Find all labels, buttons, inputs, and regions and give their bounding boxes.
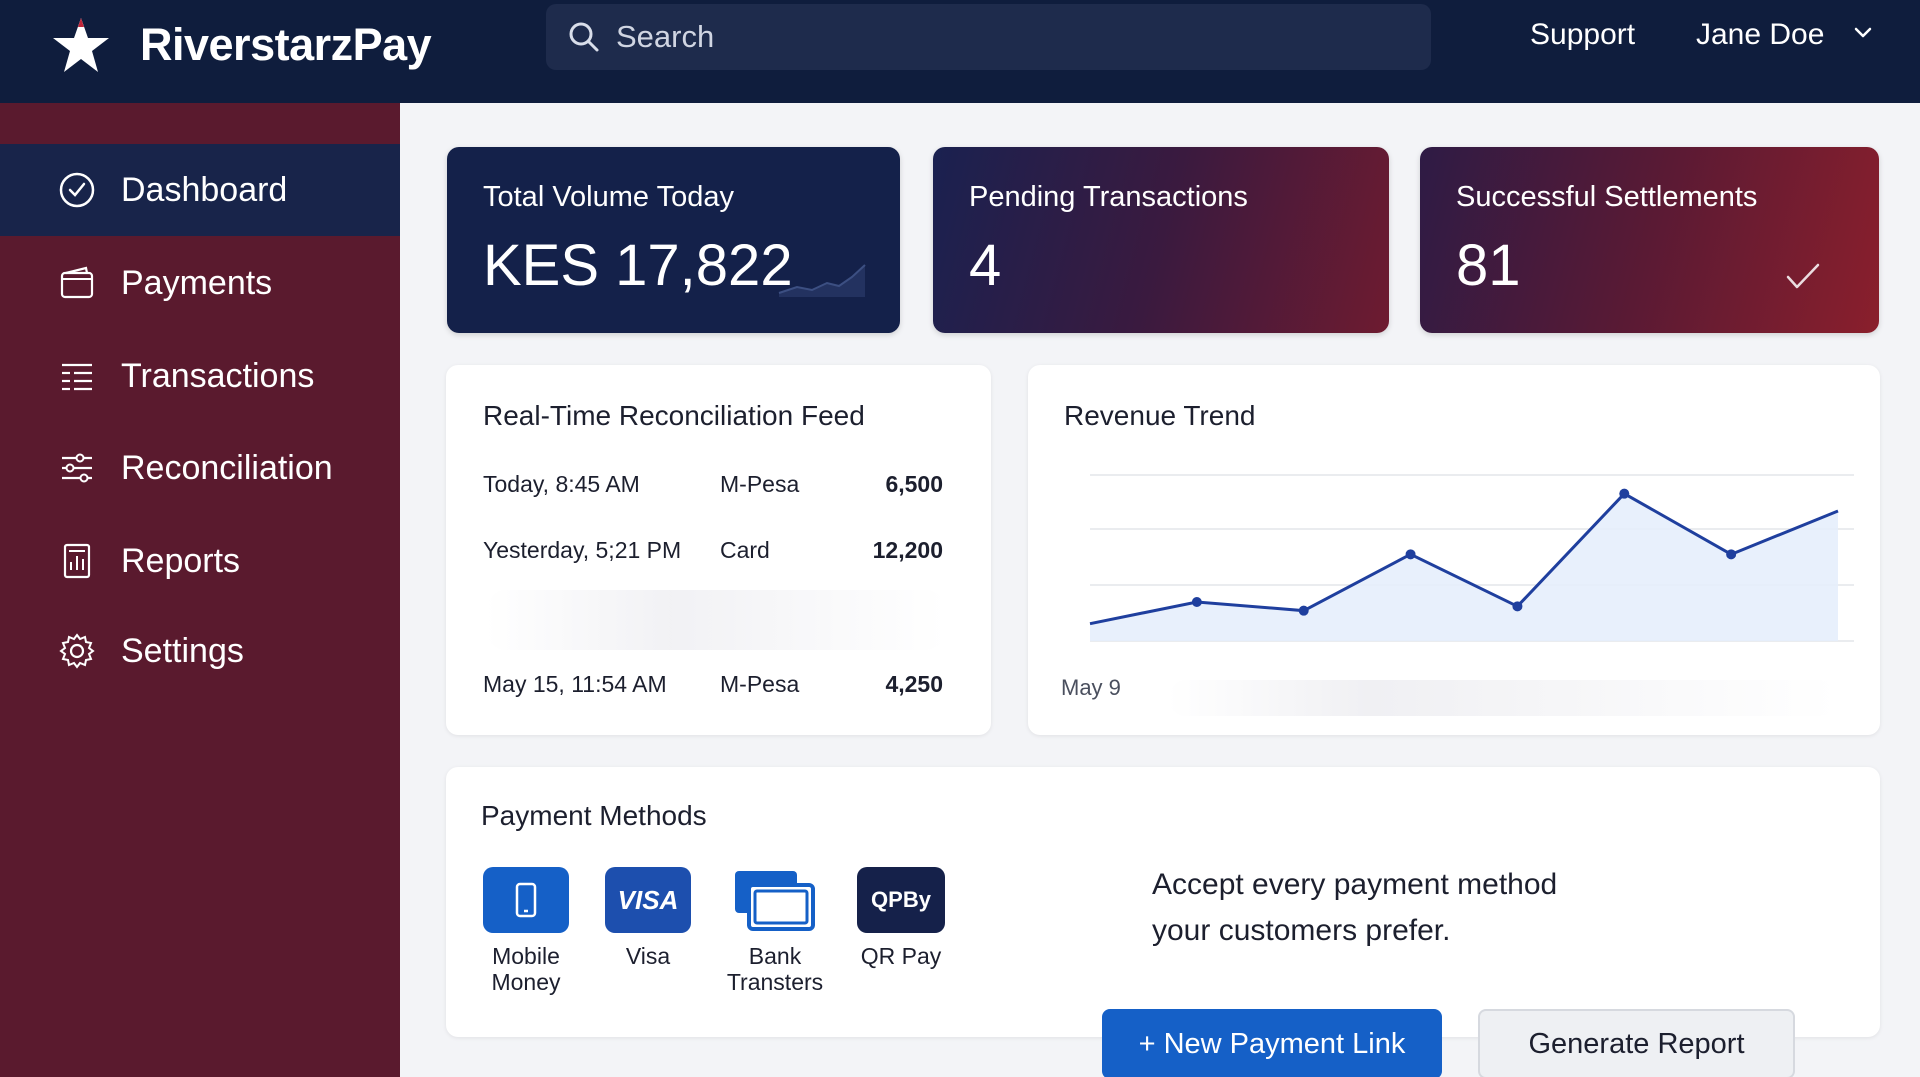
- payment-method-label: Mobile: [492, 943, 560, 969]
- star-logo-icon: [53, 18, 109, 72]
- check-circle-icon: [59, 172, 95, 208]
- payment-method-label: QR Pay: [860, 943, 942, 969]
- stat-title: Total Volume Today: [483, 181, 734, 213]
- revenue-point[interactable]: [1726, 549, 1737, 560]
- feed-amount: 4,250: [885, 671, 943, 697]
- feed-time: Yesterday, 5;21 PM: [483, 537, 682, 563]
- revenue-point[interactable]: [1405, 549, 1416, 560]
- app-logo[interactable]: RiverstarzPay: [50, 14, 432, 76]
- sidebar-item-label: Settings: [121, 631, 244, 670]
- x-axis-label: May 9: [1061, 675, 1121, 700]
- revenue-point[interactable]: [1298, 605, 1309, 616]
- tagline-line: Accept every payment method: [1152, 868, 1558, 901]
- payment-method-label: Transters: [726, 969, 824, 995]
- sliders-icon: [62, 453, 92, 483]
- check-icon: [1786, 263, 1820, 289]
- panel-title: Payment Methods: [481, 800, 707, 831]
- feed-time: May 15, 11:54 AM: [483, 671, 667, 697]
- revenue-point[interactable]: [1619, 488, 1630, 499]
- sparkline-icon: [778, 264, 866, 297]
- revenue-area: [1090, 493, 1838, 641]
- sidebar-item-dashboard[interactable]: Dashboard: [0, 144, 400, 236]
- support-link[interactable]: Support: [1530, 18, 1635, 52]
- tagline-line: your customers prefer.: [1152, 914, 1451, 947]
- bank-cards-icon: [730, 867, 820, 933]
- sidebar-item-label: Transactions: [121, 356, 315, 395]
- sidebar-item-reports[interactable]: Reports: [0, 515, 400, 607]
- list-icon: [62, 363, 92, 391]
- sidebar-item-reconciliation[interactable]: Reconciliation: [0, 422, 400, 514]
- user-menu[interactable]: Jane Doe: [1696, 18, 1874, 52]
- visa-icon: VISA: [605, 867, 691, 933]
- sidebar-item-label: Payments: [121, 263, 273, 302]
- payment-methods-tagline: Accept every payment method your custome…: [1152, 862, 1557, 954]
- revenue-point[interactable]: [1191, 597, 1202, 607]
- stat-card-settlements[interactable]: Successful Settlements 81: [1420, 147, 1879, 333]
- qr-pay-icon: QPBy: [857, 867, 945, 933]
- panel-title: Real-Time Reconciliation Feed: [483, 400, 865, 431]
- loading-shimmer: [486, 590, 946, 650]
- search-bar[interactable]: [546, 4, 1431, 70]
- sidebar-item-label: Reconciliation: [121, 448, 333, 487]
- payment-methods-panel: Payment Methods Mobile Money VISA Visa B…: [446, 767, 1880, 1037]
- payment-method-label: Visa: [625, 943, 671, 969]
- user-name: Jane Doe: [1696, 18, 1825, 51]
- sidebar-item-label: Reports: [121, 541, 241, 580]
- wallet-icon: [60, 266, 94, 299]
- feed-method: M-Pesa: [720, 471, 800, 497]
- payment-method-label: Money: [491, 969, 561, 995]
- feed-amount: 6,500: [885, 471, 943, 497]
- sidebar-item-label: Dashboard: [121, 170, 288, 209]
- feed-time: Today, 8:45 AM: [483, 471, 640, 497]
- stat-title: Successful Settlements: [1456, 181, 1758, 213]
- stat-value: 4: [969, 233, 1002, 298]
- sidebar: Dashboard Payments Transactions Reconcil…: [0, 103, 400, 1077]
- report-icon: [63, 543, 91, 579]
- payment-method-qr-pay[interactable]: QPBy QR Pay: [851, 867, 951, 969]
- feed-row[interactable]: Yesterday, 5;21 PM Card 12,200: [483, 537, 943, 567]
- feed-row[interactable]: May 15, 11:54 AM M-Pesa 4,250: [483, 671, 943, 701]
- search-input[interactable]: [616, 19, 1396, 55]
- feed-row[interactable]: Today, 8:45 AM M-Pesa 6,500: [483, 471, 943, 501]
- reconciliation-feed-panel: Real-Time Reconciliation Feed Today, 8:4…: [446, 365, 991, 735]
- app-name: RiverstarzPay: [140, 19, 432, 70]
- chevron-down-icon: [1855, 27, 1872, 38]
- payment-method-mobile-money[interactable]: Mobile Money: [476, 867, 576, 995]
- stat-title: Pending Transactions: [969, 181, 1248, 213]
- top-bar: RiverstarzPay Support Jane Doe: [0, 0, 1920, 103]
- panel-title: Revenue Trend: [1064, 400, 1256, 431]
- payment-method-label: Bank: [748, 943, 802, 969]
- revenue-point[interactable]: [1512, 601, 1523, 612]
- generate-report-button[interactable]: Generate Report: [1478, 1009, 1795, 1077]
- loading-shimmer: [1168, 680, 1838, 716]
- sidebar-item-settings[interactable]: Settings: [0, 605, 400, 697]
- sidebar-item-transactions[interactable]: Transactions: [0, 330, 400, 422]
- feed-amount: 12,200: [872, 537, 943, 563]
- feed-method: Card: [720, 537, 770, 563]
- new-payment-link-button[interactable]: + New Payment Link: [1102, 1009, 1442, 1077]
- stat-card-pending[interactable]: Pending Transactions 4: [933, 147, 1389, 333]
- mobile-phone-icon: [483, 867, 569, 933]
- sidebar-item-payments[interactable]: Payments: [0, 237, 400, 329]
- payment-method-bank-transfers[interactable]: Bank Transters: [710, 867, 840, 995]
- search-icon: [569, 22, 599, 52]
- gear-icon: [59, 633, 95, 669]
- payment-method-visa[interactable]: VISA Visa: [598, 867, 698, 969]
- feed-method: M-Pesa: [720, 671, 800, 697]
- stat-card-total-volume[interactable]: Total Volume Today KES 17,822: [447, 147, 900, 333]
- revenue-trend-panel: Revenue Trend May 9: [1028, 365, 1880, 735]
- revenue-line-chart: [1089, 474, 1854, 642]
